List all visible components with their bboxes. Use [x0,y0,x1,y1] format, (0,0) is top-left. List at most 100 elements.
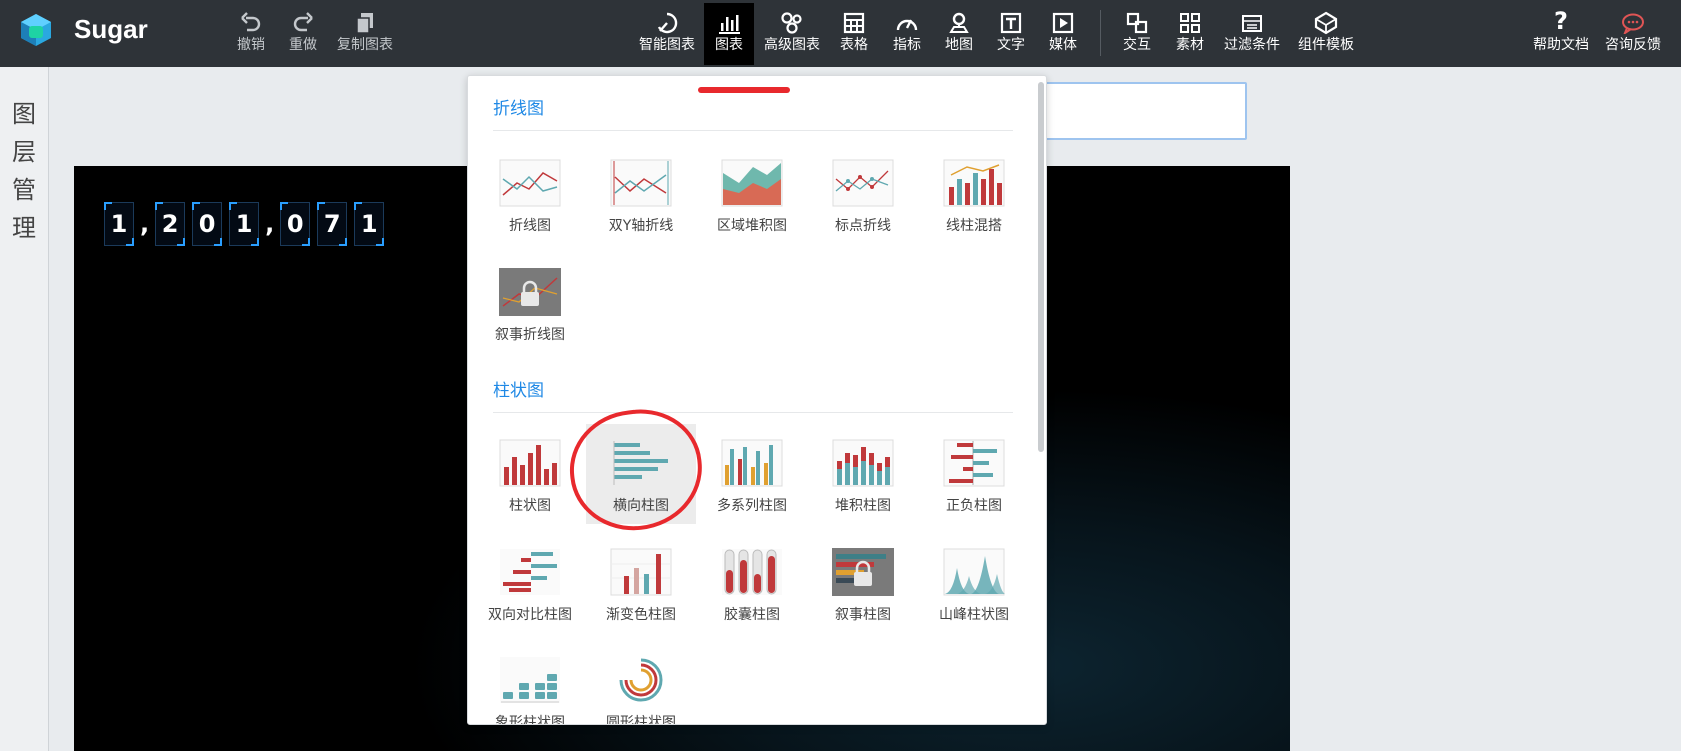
chart-item-label: 叙事折线图 [495,327,565,343]
undo-icon [233,6,269,36]
section-title-line-charts: 折线图 [493,99,544,119]
toolbar-text-label: 文字 [997,37,1025,53]
dual-y-line-thumb-icon [610,159,672,207]
toolbar-template-label: 组件模板 [1298,37,1354,53]
chart-item-label: 象形柱状图 [495,715,565,725]
chart-item-multi-series-bar[interactable]: 多系列柱图 [697,434,807,534]
section-divider [493,130,1013,131]
chart-item-narrative-bar[interactable]: 叙事柱图 [808,543,918,643]
media-play-icon [1045,6,1081,36]
toolbar-map-label: 地图 [945,37,973,53]
toolbar-divider [1100,10,1101,56]
layer-title-char: 图 [12,100,36,128]
chart-item-label: 线柱混搭 [946,218,1002,234]
counter-digit: 0 [192,202,223,246]
table-icon [836,6,872,36]
chart-item-gradient-bar[interactable]: 渐变色柱图 [586,543,696,643]
toolbar-text[interactable]: 文字 [993,6,1029,62]
section-title-bar-charts: 柱状图 [493,381,544,401]
chart-item-bar[interactable]: 柱状图 [475,434,585,534]
copy-chart-button[interactable]: 复制图表 [334,6,396,62]
counter-digit: 1 [229,202,260,246]
feedback-label: 咨询反馈 [1605,37,1661,53]
toolbar-advanced-chart[interactable]: 高级图表 [761,6,823,62]
counter-digit: 1 [104,202,134,246]
redo-label: 重做 [289,37,317,53]
chart-item-line-bar-combo[interactable]: 线柱混搭 [919,154,1029,254]
chart-item-marker-line[interactable]: 标点折线 [808,154,918,254]
chart-item-label: 标点折线 [835,218,891,234]
chart-item-narrative-line[interactable]: 叙事折线图 [475,263,585,363]
bar-chart-icon [704,6,754,36]
title-input-box[interactable] [1040,82,1247,140]
toolbar-assets-label: 素材 [1176,37,1204,53]
gradient-bar-thumb-icon [610,548,672,596]
help-icon: ? [1554,7,1568,35]
chart-item-stacked-bar[interactable]: 堆积柱图 [808,434,918,534]
feedback-chat-icon [1602,6,1664,36]
capsule-bar-thumb-icon [722,549,782,595]
counter-digit: 1 [354,202,385,246]
smart-chart-icon [636,6,698,36]
text-icon [993,6,1029,36]
counter-separator: , [265,210,275,238]
toolbar-metric-label: 指标 [893,37,921,53]
chart-item-stacked-area[interactable]: 区域堆积图 [697,154,807,254]
undo-button[interactable]: 撤销 [233,6,269,62]
counter-separator: , [140,210,150,238]
chart-item-label: 山峰柱状图 [939,607,1009,623]
help-docs-button[interactable]: ? 帮助文档 [1530,6,1592,62]
number-flip-counter[interactable]: 1 , 2 0 1 , 0 7 1 [104,202,391,246]
chart-item-dual-y-line[interactable]: 双Y轴折线 [586,154,696,254]
layer-title-char: 管 [12,176,36,204]
toolbar-media-label: 媒体 [1049,37,1077,53]
chart-item-label: 堆积柱图 [835,498,891,514]
bar-chart-thumb-icon [499,439,561,487]
chart-item-capsule-bar[interactable]: 胶囊柱图 [697,543,807,643]
toolbar-chart[interactable]: 图表 [704,3,754,65]
toolbar-interaction[interactable]: 交互 [1119,6,1155,62]
chart-item-label: 圆形柱状图 [606,715,676,725]
layer-management-panel[interactable]: 图 层 管 理 [0,67,49,751]
toolbar-smart-chart[interactable]: 智能图表 [636,6,698,62]
stacked-area-thumb-icon [721,159,783,207]
toolbar-map[interactable]: 地图 [941,6,977,62]
toolbar-chart-label: 图表 [715,37,743,53]
radial-bar-thumb-icon [611,657,671,703]
toolbar-table[interactable]: 表格 [836,6,872,62]
help-docs-label: 帮助文档 [1533,37,1589,53]
positive-negative-bar-thumb-icon [943,439,1005,487]
toolbar-template[interactable]: 组件模板 [1294,6,1358,62]
toolbar-smart-chart-label: 智能图表 [639,37,695,53]
multi-series-bar-thumb-icon [721,439,783,487]
dropdown-scrollbar[interactable] [1038,82,1044,452]
pictorial-bar-thumb-icon [500,657,560,703]
chart-item-radial-bar[interactable]: 圆形柱状图 [586,651,696,725]
chart-item-label: 胶囊柱图 [724,607,780,623]
copy-chart-label: 复制图表 [337,37,393,53]
counter-digit: 2 [155,202,186,246]
undo-label: 撤销 [237,37,265,53]
layer-management-title: 图 层 管 理 [10,95,38,247]
template-icon [1294,6,1358,36]
chart-item-line[interactable]: 折线图 [475,154,585,254]
map-pin-icon [941,6,977,36]
chart-item-bidirectional-bar[interactable]: 双向对比柱图 [475,543,585,643]
toolbar-filter[interactable]: 过滤条件 [1220,6,1284,62]
feedback-button[interactable]: 咨询反馈 [1602,6,1664,62]
toolbar-assets[interactable]: 素材 [1172,6,1208,62]
toolbar-metric[interactable]: 指标 [889,6,925,62]
chart-item-label: 折线图 [509,218,551,234]
chart-item-positive-negative-bar[interactable]: 正负柱图 [919,434,1029,534]
chart-type-dropdown: 折线图 折线图 双Y轴折线 区域堆积图 标点折线 线柱混搭 叙事折线图 柱状图 … [467,75,1047,725]
line-chart-thumb-icon [499,159,561,207]
counter-digit: 0 [280,202,311,246]
sugar-logo-icon [21,14,51,46]
chart-item-label: 渐变色柱图 [606,607,676,623]
toolbar-media[interactable]: 媒体 [1045,6,1081,62]
redo-button[interactable]: 重做 [285,6,321,62]
toolbar-filter-label: 过滤条件 [1224,37,1280,53]
advanced-chart-icon [761,6,823,36]
chart-item-peak-bar[interactable]: 山峰柱状图 [919,543,1029,643]
chart-item-pictorial-bar[interactable]: 象形柱状图 [475,651,585,725]
